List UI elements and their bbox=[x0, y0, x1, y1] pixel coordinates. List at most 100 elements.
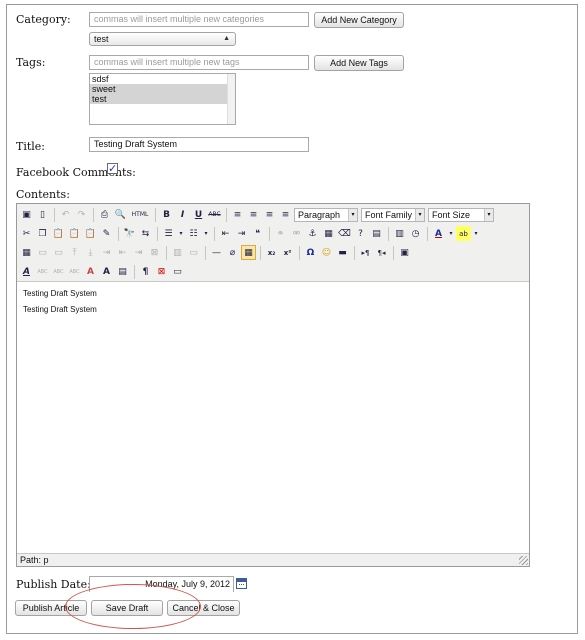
font-size-select[interactable]: Font Size ▾ bbox=[428, 207, 494, 222]
clean-up-icon[interactable]: ✎ bbox=[99, 226, 114, 241]
cleanup-code-icon[interactable]: ⌫ bbox=[337, 226, 352, 241]
styles-icon[interactable]: A bbox=[19, 264, 34, 279]
horizontal-rule-icon[interactable]: — bbox=[209, 245, 224, 260]
publish-date-label: Publish Date: bbox=[16, 578, 91, 591]
paste-word-icon[interactable]: 📋 bbox=[83, 226, 98, 241]
align-right-icon[interactable]: ≡ bbox=[262, 207, 277, 222]
redo-icon[interactable]: ↷ bbox=[74, 207, 89, 222]
numbered-list-dropdown-icon[interactable]: ▾ bbox=[202, 226, 210, 241]
publish-article-button[interactable]: Publish Article bbox=[15, 600, 87, 616]
copy-icon[interactable]: ❐ bbox=[35, 226, 50, 241]
del-icon[interactable]: A bbox=[83, 264, 98, 279]
numbered-list-icon[interactable]: ☷ bbox=[186, 226, 201, 241]
delete-col-icon[interactable]: ⊠ bbox=[147, 245, 162, 260]
cancel-close-button[interactable]: Cancel & Close bbox=[167, 600, 240, 616]
new-category-input[interactable]: commas will insert multiple new categori… bbox=[89, 12, 309, 27]
category-select[interactable]: test ▲ bbox=[89, 32, 236, 46]
highlight-color-button[interactable]: ab bbox=[456, 226, 471, 241]
special-character-button[interactable]: Ω bbox=[303, 245, 318, 260]
media-icon[interactable]: ▬ bbox=[335, 245, 350, 260]
outdent-icon[interactable]: ⇤ bbox=[218, 226, 233, 241]
align-justify-icon[interactable]: ≡ bbox=[278, 207, 293, 222]
font-color-button[interactable]: A bbox=[431, 226, 446, 241]
paste-text-icon[interactable]: 📋 bbox=[67, 226, 82, 241]
add-new-tags-button[interactable]: Add New Tags bbox=[314, 55, 404, 71]
underline-button[interactable]: U bbox=[191, 207, 206, 222]
indent-icon[interactable]: ⇥ bbox=[234, 226, 249, 241]
format-select[interactable]: Paragraph ▾ bbox=[294, 207, 358, 222]
delete-row-icon[interactable]: ⇥ bbox=[99, 245, 114, 260]
tags-listbox[interactable]: sdsf sweet test bbox=[89, 73, 236, 125]
font-color-dropdown-icon[interactable]: ▾ bbox=[447, 226, 455, 241]
fullscreen-icon[interactable]: ▣ bbox=[397, 245, 412, 260]
unlink-icon[interactable]: ⚮ bbox=[289, 226, 304, 241]
superscript-button[interactable]: x² bbox=[280, 245, 295, 260]
bold-button[interactable]: B bbox=[159, 207, 174, 222]
html-source-button[interactable]: HTML bbox=[129, 207, 151, 222]
attributes-icon[interactable]: ▤ bbox=[115, 264, 130, 279]
save-icon[interactable]: ▣ bbox=[19, 207, 34, 222]
resize-handle-icon[interactable] bbox=[519, 556, 528, 565]
tag-option-sweet[interactable]: sweet bbox=[90, 84, 228, 94]
page-break-icon[interactable]: ▭ bbox=[170, 264, 185, 279]
rich-text-editor: ▣ ▯ ↶ ↷ ⎙ 🔍 HTML B I U ABC ≡ ≡ ≡ ≡ Parag… bbox=[16, 203, 530, 567]
tags-scrollbar[interactable] bbox=[227, 74, 235, 124]
tag-option-test[interactable]: test bbox=[90, 94, 228, 104]
help-icon[interactable]: ? bbox=[353, 226, 368, 241]
insert-time-icon[interactable]: ◷ bbox=[408, 226, 423, 241]
facebook-comments-checkbox[interactable]: ✓ bbox=[107, 163, 118, 174]
visual-aid-icon[interactable]: ▦ bbox=[241, 245, 256, 260]
paste-icon[interactable]: 📋 bbox=[51, 226, 66, 241]
title-input[interactable]: Testing Draft System bbox=[89, 137, 309, 152]
insert-col-before-icon[interactable]: ⇤ bbox=[115, 245, 130, 260]
align-left-icon[interactable]: ≡ bbox=[230, 207, 245, 222]
calendar-icon[interactable] bbox=[236, 578, 247, 589]
rtl-icon[interactable]: ¶◂ bbox=[374, 245, 389, 260]
insert-row-after-icon[interactable]: ⤓ bbox=[83, 245, 98, 260]
undo-icon[interactable]: ↶ bbox=[58, 207, 73, 222]
strikethrough-button[interactable]: ABC bbox=[207, 207, 222, 222]
replace-icon[interactable]: ⇆ bbox=[138, 226, 153, 241]
title-label: Title: bbox=[16, 140, 46, 153]
print-icon[interactable]: ⎙ bbox=[97, 207, 112, 222]
table-icon[interactable]: ▦ bbox=[19, 245, 34, 260]
new-tags-input[interactable]: commas will insert multiple new tags bbox=[89, 55, 309, 70]
highlight-dropdown-icon[interactable]: ▾ bbox=[472, 226, 480, 241]
emotions-icon[interactable]: ☺ bbox=[319, 245, 334, 260]
bullet-list-dropdown-icon[interactable]: ▾ bbox=[177, 226, 185, 241]
blockquote-icon[interactable]: ❝ bbox=[250, 226, 265, 241]
cite-icon[interactable]: ABC bbox=[35, 264, 50, 279]
anchor-icon[interactable]: ⚓ bbox=[305, 226, 320, 241]
insert-row-before-icon[interactable]: ⤒ bbox=[67, 245, 82, 260]
align-center-icon[interactable]: ≡ bbox=[246, 207, 261, 222]
insert-col-after-icon[interactable]: ⇥ bbox=[131, 245, 146, 260]
link-icon[interactable]: ⚭ bbox=[273, 226, 288, 241]
insert-date-icon[interactable]: ▥ bbox=[392, 226, 407, 241]
cell-props-icon[interactable]: ▭ bbox=[51, 245, 66, 260]
subscript-button[interactable]: x₂ bbox=[264, 245, 279, 260]
add-new-category-button[interactable]: Add New Category bbox=[314, 12, 404, 28]
acronym-icon[interactable]: ABC bbox=[67, 264, 82, 279]
row-props-icon[interactable]: ▭ bbox=[35, 245, 50, 260]
merge-cells-icon[interactable]: ▭ bbox=[186, 245, 201, 260]
ltr-icon[interactable]: ▸¶ bbox=[358, 245, 373, 260]
tag-option-sdsf[interactable]: sdsf bbox=[90, 74, 228, 84]
cut-icon[interactable]: ✂ bbox=[19, 226, 34, 241]
ins-button[interactable]: A bbox=[99, 264, 114, 279]
code-icon[interactable]: ▤ bbox=[369, 226, 384, 241]
bullet-list-icon[interactable]: ☰ bbox=[161, 226, 176, 241]
editor-content[interactable]: Testing Draft System Testing Draft Syste… bbox=[17, 283, 529, 553]
save-draft-button[interactable]: Save Draft bbox=[91, 600, 163, 616]
new-document-icon[interactable]: ▯ bbox=[35, 207, 50, 222]
publish-date-input[interactable]: Monday, July 9, 2012 bbox=[89, 576, 234, 592]
preview-icon[interactable]: 🔍 bbox=[113, 207, 128, 222]
image-icon[interactable]: ▦ bbox=[321, 226, 336, 241]
font-family-select[interactable]: Font Family ▾ bbox=[361, 207, 425, 222]
remove-format-icon[interactable]: ⌀ bbox=[225, 245, 240, 260]
italic-button[interactable]: I bbox=[175, 207, 190, 222]
split-cells-icon[interactable]: ▥ bbox=[170, 245, 185, 260]
find-icon[interactable]: 🔭 bbox=[122, 226, 137, 241]
show-blocks-button[interactable]: ¶ bbox=[138, 264, 153, 279]
template-icon[interactable]: ⊠ bbox=[154, 264, 169, 279]
abbr-icon[interactable]: ABC bbox=[51, 264, 66, 279]
